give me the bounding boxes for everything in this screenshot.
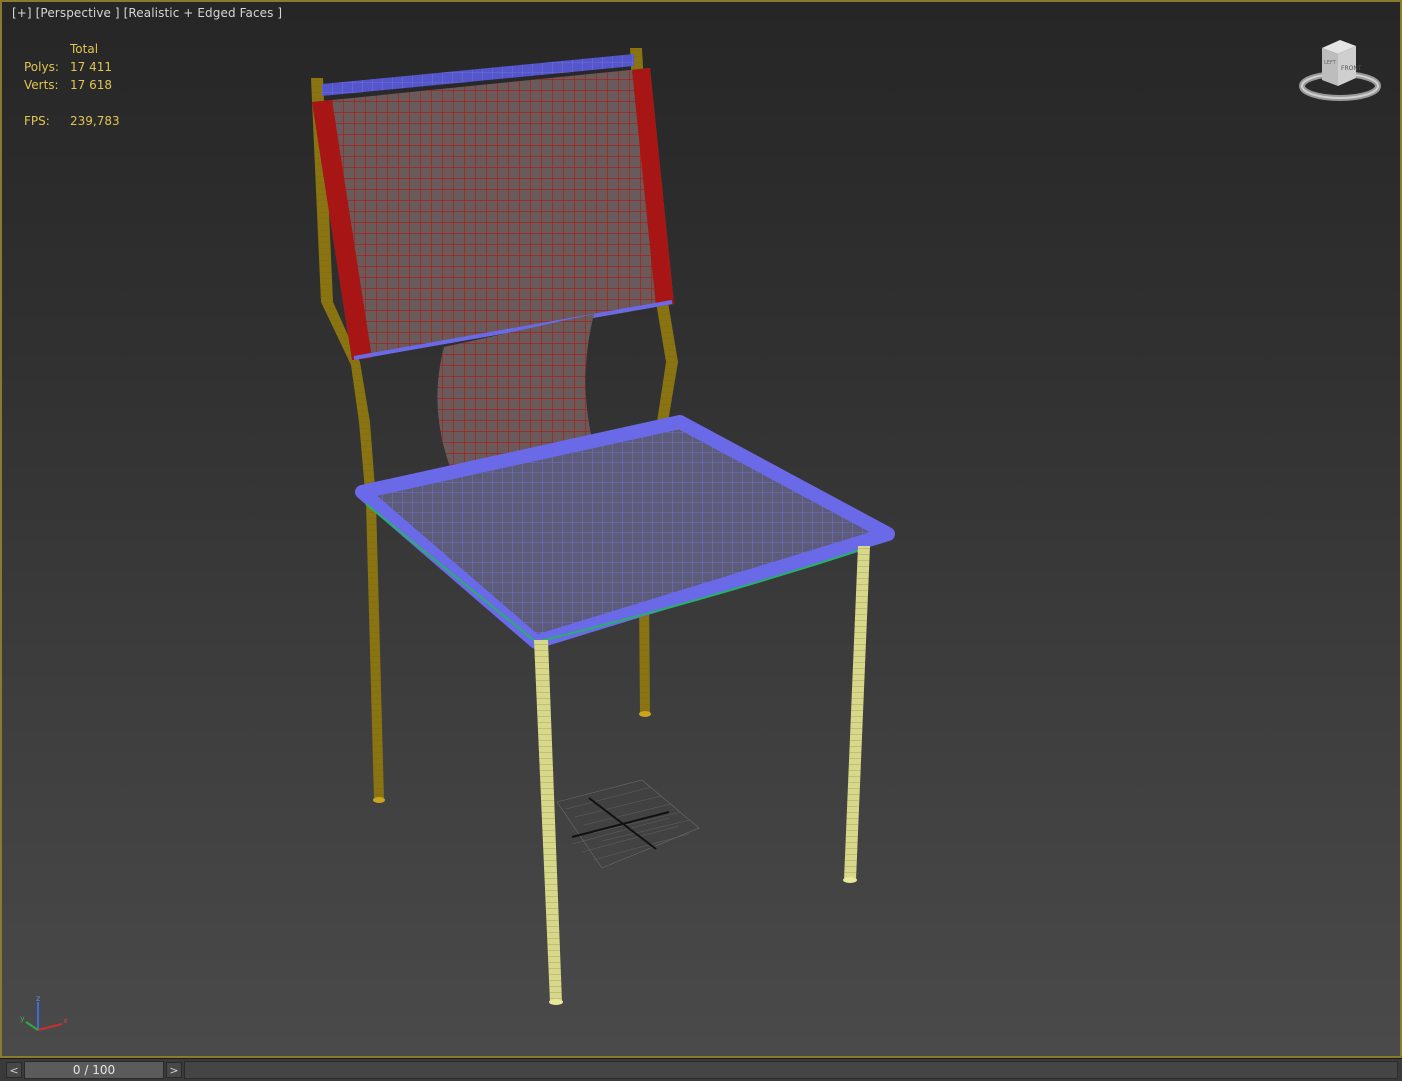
front-right-leg[interactable]	[843, 546, 870, 883]
axis-y-label: y	[20, 1014, 25, 1023]
polys-value: 17 411	[70, 60, 112, 74]
axis-x-label: x	[63, 1016, 68, 1025]
chair-model[interactable]	[2, 2, 1402, 1058]
stats-header: Total	[70, 42, 99, 56]
axis-z-label: z	[36, 994, 40, 1003]
axis-tripod-icon: z x y	[20, 994, 68, 1031]
verts-label: Verts:	[24, 78, 59, 92]
home-grid	[556, 779, 700, 869]
time-slider[interactable]: 0 / 100	[24, 1061, 164, 1079]
statistics-overlay: Total Polys: 17 411 Verts: 17 618 FPS: 239,…	[24, 40, 120, 130]
next-frame-button[interactable]: >	[166, 1062, 182, 1078]
fps-label: FPS:	[24, 114, 50, 128]
fps-value: 239,783	[70, 114, 120, 128]
viewcube-left-label: LEFT	[1324, 60, 1337, 66]
perspective-viewport[interactable]: [+] [Perspective ] [Realistic + Edged Fa…	[0, 0, 1402, 1058]
front-left-leg[interactable]	[534, 640, 563, 1005]
time-slider-bar: < 0 / 100 >	[0, 1058, 1402, 1081]
timeline-track[interactable]	[184, 1061, 1398, 1079]
polys-label: Polys:	[24, 60, 59, 74]
seat[interactable]	[355, 415, 895, 649]
verts-value: 17 618	[70, 78, 112, 92]
viewcube-front-label: FRONT	[1341, 65, 1362, 72]
viewport-label[interactable]: [+] [Perspective ] [Realistic + Edged Fa…	[12, 6, 282, 20]
backrest[interactable]	[312, 68, 674, 360]
previous-frame-button[interactable]: <	[6, 1062, 22, 1078]
viewcube-icon[interactable]: FRONT LEFT	[1294, 36, 1386, 108]
